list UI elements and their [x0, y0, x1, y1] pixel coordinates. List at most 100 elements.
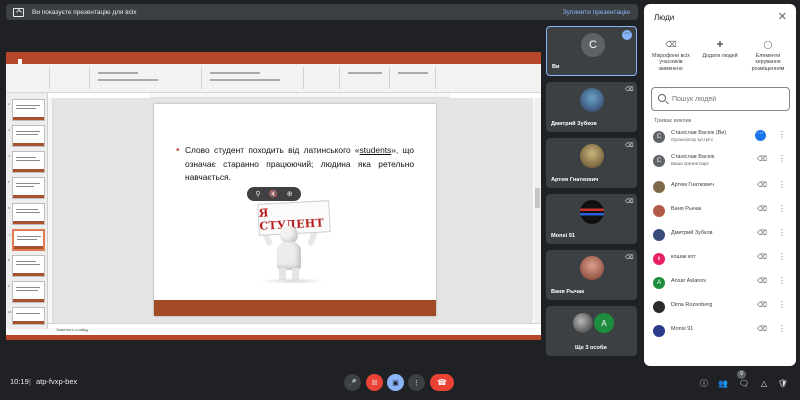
slide-thumbnail[interactable]: 2	[8, 99, 45, 121]
current-slide: Слово студент походить від латинського «…	[154, 104, 436, 316]
people-search[interactable]	[651, 87, 790, 111]
camera-off-icon: ☒	[371, 379, 378, 387]
mute-all-control[interactable]: ⌫ Мікрофони всіх учасників вимкнено	[647, 40, 695, 72]
mic-off-icon: ⌫	[757, 278, 767, 285]
person-row[interactable]: С Станіслав Васюк (Ви) Організатор зустр…	[651, 128, 791, 146]
mic-icon: 🎤	[348, 379, 357, 387]
slide-thumbnail[interactable]: 4	[8, 151, 45, 173]
close-icon[interactable]: ✕	[778, 10, 787, 23]
chat-icon[interactable]: 🗨	[737, 376, 751, 390]
clock: 10:19	[10, 377, 29, 386]
more-options-button[interactable]: ⋮	[408, 374, 425, 391]
present-screen-icon	[13, 7, 24, 17]
person-row[interactable]: Ваня Рычак ⌫ ⋮	[651, 202, 791, 220]
participant-tile-self[interactable]: С ⋯ Ви	[546, 26, 637, 76]
presenting-banner: Ви показуєте презентацію для всіх Зупини…	[6, 4, 638, 20]
more-options-icon[interactable]: ⋮	[778, 276, 786, 285]
slide-thumbnail-selected[interactable]: 7	[9, 229, 45, 251]
avatar: С	[581, 33, 605, 57]
slide-text-link: students	[359, 145, 392, 155]
people-panel: Люди ✕ ⌫ Мікрофони всіх учасників вимкне…	[644, 4, 796, 366]
slide-thumbnail[interactable]: 5	[8, 177, 45, 199]
avatar	[653, 229, 665, 241]
more-options-icon[interactable]: ⋮	[778, 252, 786, 261]
participant-tile[interactable]: ⌫ Monsi 91	[546, 194, 637, 244]
slide-bullet-text: Слово студент походить від латинського «…	[176, 144, 414, 185]
activities-icon[interactable]: △	[757, 376, 771, 390]
more-options-icon[interactable]: ⋮	[778, 204, 786, 213]
mic-off-icon: ⌫	[625, 87, 634, 93]
person-role: Ваша презентація	[671, 161, 709, 166]
mic-off-icon: ⌫	[757, 206, 767, 213]
mute-speaker-icon[interactable]: 🔇	[269, 190, 278, 198]
avatar	[580, 144, 604, 168]
participant-tile[interactable]: ⌫ Ваня Рычак	[546, 250, 637, 300]
mic-off-icon: ⌫	[625, 199, 634, 205]
more-options-icon[interactable]: ⋮	[778, 300, 786, 309]
search-input[interactable]	[672, 93, 782, 105]
slide-notes[interactable]: Заметки к слайду	[48, 323, 541, 335]
person-row[interactable]: С Станіслав Васюк Ваша презентація ⌫ ⋮	[651, 152, 791, 170]
leave-call-button[interactable]: ☎	[430, 374, 454, 391]
participant-name: Артем Гнаткович	[551, 177, 599, 183]
powerpoint-ribbon	[6, 64, 541, 93]
slide-footer-bar	[154, 300, 436, 316]
participant-name: Ще 3 особи	[575, 345, 607, 351]
person-row[interactable]: Дмитрий Зубков ⌫ ⋮	[651, 226, 791, 244]
host-controls[interactable]: ◯ Елементи керування розміщенням	[744, 40, 792, 72]
slide-thumbnail[interactable]: 10	[8, 307, 45, 325]
person-row[interactable]: Артем Гнаткович ⌫ ⋮	[651, 178, 791, 196]
meeting-details-icon[interactable]: ⓘ	[697, 376, 711, 390]
avatar	[653, 301, 665, 313]
more-options-icon[interactable]: ⋮	[778, 324, 786, 333]
mic-off-icon: ⌫	[665, 40, 677, 49]
slide-thumbnail[interactable]: 8	[8, 255, 45, 277]
avatar	[573, 313, 593, 333]
person-name: Дмитрий Зубков	[671, 230, 713, 236]
host-controls-icon[interactable]: 🛡	[776, 376, 790, 390]
more-options-icon[interactable]: ⋮	[778, 154, 786, 163]
avatar: С	[653, 155, 665, 167]
slide-thumbnail[interactable]: 6	[8, 203, 45, 225]
mic-button[interactable]: 🎤	[344, 374, 361, 391]
present-screen-icon: ▣	[392, 379, 399, 387]
mic-off-icon: ⌫	[757, 326, 767, 333]
person-row[interactable]: к кошак кот ⌫ ⋮	[651, 250, 791, 268]
participant-tile[interactable]: ⌫ Артем Гнаткович	[546, 138, 637, 188]
person-row[interactable]: A Ansar Aslanov ⌫ ⋮	[651, 274, 791, 292]
person-name: Артем Гнаткович	[671, 182, 714, 188]
more-options-icon[interactable]: ⊕	[287, 190, 293, 198]
person-name: Станіслав Васюк (Ви)	[671, 130, 727, 136]
person-name: Станіслав Васюк	[671, 154, 715, 160]
person-name: Ansar Aslanov	[671, 278, 707, 284]
camera-button[interactable]: ☒	[366, 374, 383, 391]
section-label: Триває виклик	[654, 118, 692, 124]
add-people-control[interactable]: ✚ Додати людей	[696, 40, 744, 59]
present-button[interactable]: ▣	[387, 374, 404, 391]
avatar	[653, 325, 665, 337]
pin-icon[interactable]: ⚲	[255, 190, 260, 198]
more-vert-icon: ⋮	[413, 379, 420, 387]
slide-thumbnails: 2 3 4 5 6 7 8 9 10	[6, 93, 48, 329]
more-options-icon[interactable]: ⋮	[778, 130, 786, 139]
participant-tile[interactable]: ⌫ Дмитрий Зубков	[546, 82, 637, 132]
people-icon[interactable]: 👥	[716, 376, 730, 390]
slide-thumbnail[interactable]: 3	[8, 125, 45, 147]
person-row[interactable]: Monsi 91 ⌫ ⋮	[651, 322, 791, 340]
person-row[interactable]: Dima Rozenberg ⌫ ⋮	[651, 298, 791, 316]
stop-presenting-button[interactable]: Зупинити презентацію	[563, 9, 630, 16]
more-options-icon[interactable]: ⋮	[778, 180, 786, 189]
more-options-icon[interactable]: ⋮	[778, 228, 786, 237]
vertical-scrollbar[interactable]	[534, 98, 541, 323]
more-options-icon[interactable]: ⋯	[622, 30, 632, 40]
slide-thumbnail[interactable]: 9	[8, 281, 45, 303]
participant-name: Ваня Рычак	[551, 289, 585, 295]
powerpoint-titlebar	[6, 52, 541, 59]
hang-up-icon: ☎	[437, 378, 447, 387]
more-options-icon[interactable]: ⋯	[755, 130, 766, 141]
avatar: С	[653, 131, 665, 143]
mic-off-icon: ⌫	[625, 255, 634, 261]
mic-off-icon: ⌫	[757, 182, 767, 189]
person-name: Dima Rozenberg	[671, 302, 713, 308]
participant-tile-others[interactable]: A Ще 3 особи	[546, 306, 637, 356]
